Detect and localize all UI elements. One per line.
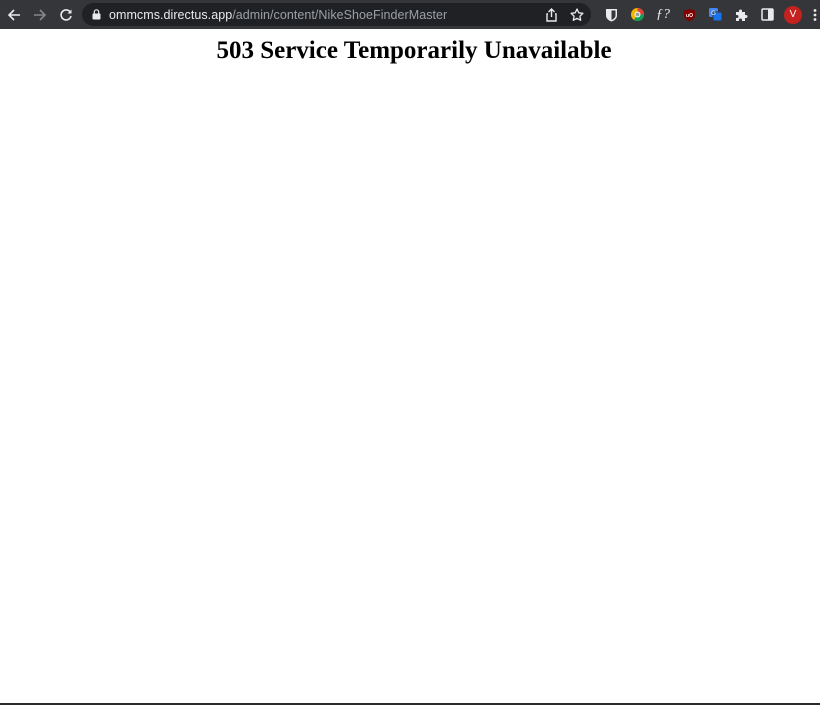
colorful-extension-icon[interactable]	[624, 2, 650, 28]
puzzle-icon[interactable]	[728, 2, 754, 28]
profile-avatar[interactable]: V	[780, 2, 806, 28]
font-finder-icon[interactable]: ƒ?	[650, 2, 676, 28]
star-icon[interactable]	[569, 7, 585, 23]
svg-text:G: G	[711, 11, 716, 17]
window-bottom-border	[0, 703, 820, 705]
address-bar[interactable]: ommcms.directus.app/admin/content/NikeSh…	[82, 3, 591, 26]
svg-text:uO: uO	[686, 13, 693, 19]
reload-icon	[60, 8, 72, 21]
url-path: /admin/content/NikeShoeFinderMaster	[232, 7, 448, 22]
extensions-bar: ƒ? uO G V	[598, 0, 820, 29]
menu-button[interactable]	[806, 2, 820, 28]
lock-icon[interactable]	[91, 9, 101, 21]
arrow-right-icon	[34, 8, 47, 21]
translate-icon[interactable]: G	[702, 2, 728, 28]
reload-button[interactable]	[53, 2, 79, 28]
url-text[interactable]: ommcms.directus.app/admin/content/NikeSh…	[109, 8, 447, 22]
side-panel-icon[interactable]	[754, 2, 780, 28]
back-button[interactable]	[1, 2, 27, 28]
page-title: 503 Service Temporarily Unavailable	[216, 37, 612, 64]
arrow-left-icon	[7, 8, 20, 21]
ublock-icon[interactable]: uO	[676, 2, 702, 28]
avatar: V	[784, 5, 802, 24]
browser-toolbar: ommcms.directus.app/admin/content/NikeSh…	[0, 0, 820, 29]
kebab-menu-icon	[813, 8, 817, 21]
page-content: 503 Service Temporarily Unavailable	[0, 29, 820, 705]
forward-button[interactable]	[27, 2, 53, 28]
url-host: ommcms.directus.app	[109, 7, 233, 22]
share-icon[interactable]	[543, 7, 559, 23]
bitwarden-icon[interactable]	[598, 2, 624, 28]
